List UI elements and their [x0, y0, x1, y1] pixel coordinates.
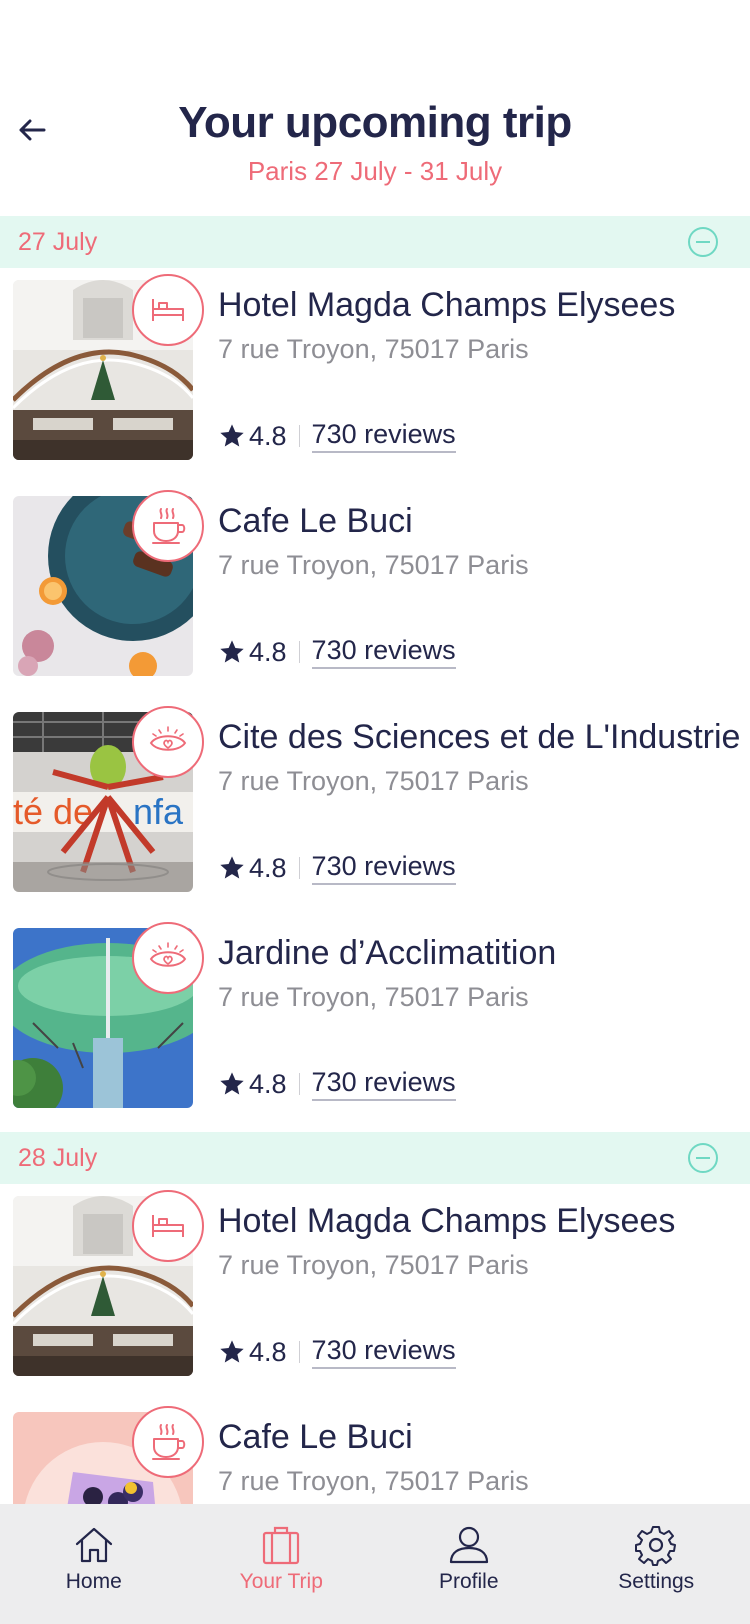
rating-row: 4.8 730 reviews	[218, 1066, 456, 1102]
rating-divider	[298, 1073, 300, 1095]
place-address: 7 rue Troyon, 75017 Paris	[218, 550, 529, 580]
place-card[interactable]: Hotel Magda Champs Elysees 7 rue Troyon, …	[0, 268, 750, 484]
rating-divider	[298, 641, 300, 663]
place-address: 7 rue Troyon, 75017 Paris	[218, 1250, 529, 1280]
gear-icon	[635, 1526, 677, 1566]
place-address: 7 rue Troyon, 75017 Paris	[218, 1466, 529, 1496]
star-icon	[220, 1072, 244, 1095]
reviews-link[interactable]: 730 reviews	[311, 851, 456, 885]
rating-value: 4.8	[249, 852, 287, 883]
tab-bar: Home Your Trip Profile Settings	[0, 1504, 750, 1624]
header: Your upcoming trip Paris 27 July - 31 Ju…	[0, 0, 750, 216]
rating-row: 4.8 730 reviews	[218, 418, 456, 454]
rating-row: 4.8 730 reviews	[218, 1334, 456, 1370]
day-header: 28 July	[0, 1132, 750, 1184]
tab-profile[interactable]: Profile	[375, 1504, 563, 1624]
rating-value: 4.8	[249, 1068, 287, 1099]
star-icon	[220, 424, 244, 447]
star-icon	[220, 640, 244, 663]
trip-subtitle: Paris 27 July - 31 July	[247, 156, 503, 186]
rating-divider	[298, 425, 300, 447]
place-address: 7 rue Troyon, 75017 Paris	[218, 334, 529, 364]
place-name[interactable]: Hotel Magda Champs Elysees	[218, 1202, 730, 1241]
place-name[interactable]: Jardine d’Acclimatition	[218, 934, 730, 973]
reviews-link[interactable]: 730 reviews	[311, 419, 456, 453]
place-card[interactable]: Hotel Magda Champs Elysees 7 rue Troyon, …	[0, 1184, 750, 1400]
place-card[interactable]: té de nfa Cite des Sciences et de L'Indust…	[0, 700, 750, 916]
place-card[interactable]: Jardine d’Acclimatition 7 rue Troyon, 750…	[0, 916, 750, 1132]
day-label: 28 July	[18, 1143, 98, 1172]
tab-label-profile: Profile	[438, 1570, 499, 1593]
reviews-link[interactable]: 730 reviews	[311, 635, 456, 669]
place-card[interactable]: Cafe Le Buci7 rue Troyon, 75017 Paris4.8…	[0, 1400, 750, 1504]
coffee-cup-icon	[132, 490, 204, 562]
place-address: 7 rue Troyon, 75017 Paris	[218, 766, 529, 796]
tab-home[interactable]: Home	[0, 1504, 188, 1624]
home-icon	[75, 1527, 112, 1563]
eye-icon	[132, 922, 204, 994]
rating-value: 4.8	[249, 420, 287, 451]
reviews-link[interactable]: 730 reviews	[311, 1067, 456, 1101]
itinerary-list[interactable]: 27 July Hotel Magda Champs Elysees 7 rue T…	[0, 216, 750, 1504]
place-name[interactable]: Cafe Le Buci	[218, 502, 730, 541]
tab-label-settings: Settings	[618, 1570, 695, 1593]
tab-label-home: Home	[65, 1570, 122, 1593]
page-title: Your upcoming trip	[178, 98, 572, 147]
day-label: 27 July	[18, 227, 98, 256]
user-icon	[449, 1526, 488, 1564]
star-icon	[220, 856, 244, 879]
rating-divider	[298, 857, 300, 879]
tab-settings[interactable]: Settings	[563, 1504, 750, 1624]
rating-value: 4.8	[249, 1336, 287, 1367]
place-address: 7 rue Troyon, 75017 Paris	[218, 982, 529, 1012]
collapse-minus-icon[interactable]	[688, 227, 718, 257]
collapse-minus-icon[interactable]	[688, 1143, 718, 1173]
eye-icon	[132, 706, 204, 778]
tab-label-your-trip: Your Trip	[239, 1570, 323, 1593]
bed-icon	[132, 274, 204, 346]
place-name[interactable]: Cafe Le Buci	[218, 1418, 730, 1457]
reviews-link[interactable]: 730 reviews	[311, 1335, 456, 1369]
bed-icon	[132, 1190, 204, 1262]
star-icon	[220, 1340, 244, 1363]
svg-text:nfa: nfa	[133, 791, 184, 832]
place-card[interactable]: Cafe Le Buci 7 rue Troyon, 75017 Paris 4.8…	[0, 484, 750, 700]
rating-value: 4.8	[249, 636, 287, 667]
place-name[interactable]: Hotel Magda Champs Elysees	[218, 286, 730, 325]
rating-row: 4.8 730 reviews	[218, 634, 456, 670]
rating-row: 4.8 730 reviews	[218, 850, 456, 886]
coffee-cup-icon	[132, 1406, 204, 1478]
tab-your-trip[interactable]: Your Trip	[188, 1504, 376, 1624]
place-name[interactable]: Cite des Sciences et de L'Industrie	[218, 718, 740, 757]
suitcase-icon	[263, 1526, 300, 1565]
rating-divider	[298, 1341, 300, 1363]
day-header: 27 July	[0, 216, 750, 268]
